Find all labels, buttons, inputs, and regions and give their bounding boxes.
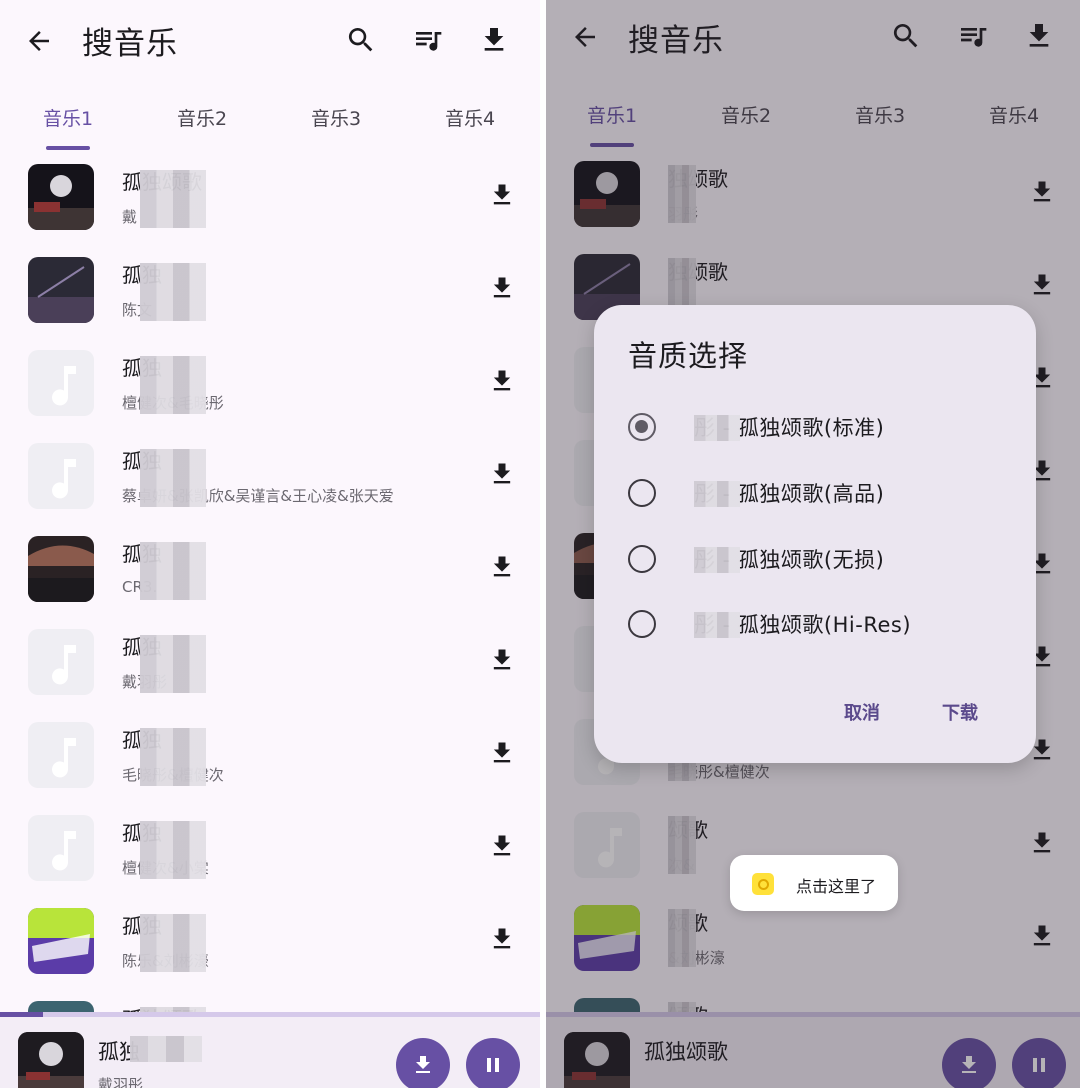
music-note-icon	[28, 443, 94, 509]
mini-player[interactable]: 孤独 戴羽彤	[0, 1012, 540, 1088]
download-icon[interactable]	[488, 366, 516, 396]
blur-mask	[140, 821, 206, 879]
blur-mask	[140, 170, 206, 228]
song-row[interactable]: 孤独戴羽彤	[0, 615, 540, 708]
album-cover	[28, 257, 94, 323]
music-note-icon	[28, 722, 94, 788]
tab-music-1[interactable]: 音乐1	[8, 104, 128, 131]
download-icon[interactable]	[488, 645, 516, 675]
blur-mask	[694, 547, 740, 573]
album-cover	[28, 536, 94, 602]
radio-button[interactable]	[628, 545, 656, 573]
blur-mask	[140, 914, 206, 972]
music-note-icon	[28, 815, 94, 881]
blur-mask	[140, 728, 206, 786]
arrow-back-icon[interactable]	[24, 26, 54, 56]
blur-mask	[694, 415, 740, 441]
quality-option-high[interactable]: 彤 - 孤独颂歌(高品)	[624, 469, 1014, 519]
download-icon[interactable]	[488, 459, 516, 489]
album-cover	[28, 164, 94, 230]
quality-option-hires[interactable]: 彤 - 孤独颂歌(Hi-Res)	[624, 600, 1014, 650]
now-playing-artist: 戴羽彤	[98, 1076, 144, 1088]
song-row[interactable]: 孤独檀健次&小棠	[0, 801, 540, 894]
download-icon[interactable]	[488, 738, 516, 768]
left-screen: 搜音乐 音乐1 音乐2 音乐3 音乐4 孤独颂歌戴孤独陈文孤独檀健次&毛晓彤孤独…	[0, 0, 540, 1088]
dialog-title: 音质选择	[628, 339, 749, 373]
pause-button[interactable]	[466, 1038, 520, 1088]
song-row[interactable]: 孤独陈乐&刘彬濠	[0, 894, 540, 987]
radio-button[interactable]	[628, 479, 656, 507]
blur-mask	[694, 612, 740, 638]
quality-option-standard[interactable]: 彤 - 孤独颂歌(标准)	[624, 403, 1014, 453]
blur-mask	[140, 356, 206, 414]
download-button[interactable]	[396, 1038, 450, 1088]
app-icon	[752, 873, 774, 895]
download-icon[interactable]	[478, 24, 510, 56]
tab-music-3[interactable]: 音乐3	[276, 104, 396, 131]
radio-button[interactable]	[628, 610, 656, 638]
search-icon[interactable]	[345, 24, 377, 56]
screenshot-pair: 搜音乐 音乐1 音乐2 音乐3 音乐4 孤独颂歌戴孤独陈文孤独檀健次&毛晓彤孤独…	[0, 0, 1080, 1088]
tab-music-2[interactable]: 音乐2	[142, 104, 262, 131]
song-row[interactable]: 孤独蔡卓妍&张凯欣&吴谨言&王心凌&张天爱	[0, 429, 540, 522]
blur-mask	[140, 635, 206, 693]
page-title: 搜音乐	[82, 26, 178, 62]
playlist-icon[interactable]	[412, 24, 444, 56]
blur-mask	[694, 481, 740, 507]
quality-option-lossless[interactable]: 彤 - 孤独颂歌(无损)	[624, 535, 1014, 585]
blur-mask	[140, 449, 206, 507]
blur-mask	[140, 263, 206, 321]
right-screen: 搜音乐 音乐1 音乐2 音乐3 音乐4 独颂歌羽彤独颂歌毛晓彤&檀健次颂歌次&颂…	[546, 0, 1080, 1088]
toast-text: 点击这里了	[796, 877, 877, 896]
song-row[interactable]: 孤独陈文	[0, 243, 540, 336]
music-note-icon	[28, 350, 94, 416]
song-row[interactable]: 孤独檀健次&毛晓彤	[0, 336, 540, 429]
download-icon[interactable]	[488, 552, 516, 582]
song-row[interactable]: 孤独CR3.	[0, 522, 540, 615]
cancel-button[interactable]: 取消	[844, 699, 880, 725]
pause-icon	[487, 1058, 499, 1072]
music-note-icon	[28, 629, 94, 695]
tab-bar: 音乐1 音乐2 音乐3 音乐4	[0, 96, 540, 150]
blur-mask	[140, 542, 206, 600]
tab-music-4[interactable]: 音乐4	[410, 104, 530, 131]
download-icon	[416, 1056, 430, 1073]
download-confirm-button[interactable]: 下载	[942, 699, 978, 725]
song-row[interactable]: 孤独毛晓彤&檀健次	[0, 708, 540, 801]
toast: 点击这里了	[730, 855, 898, 911]
song-row[interactable]: 孤独颂歌戴	[0, 150, 540, 243]
download-icon[interactable]	[488, 924, 516, 954]
radio-button-selected[interactable]	[628, 413, 656, 441]
app-bar: 搜音乐	[0, 0, 540, 80]
progress-bar[interactable]	[0, 1012, 540, 1017]
blur-mask	[130, 1036, 202, 1062]
quality-dialog: 音质选择 彤 - 孤独颂歌(标准) 彤 - 孤独颂歌(高品) 彤 - 孤独颂歌(…	[594, 305, 1036, 763]
now-playing-cover	[18, 1032, 84, 1088]
song-artist: 戴	[122, 208, 138, 226]
album-cover	[28, 908, 94, 974]
download-icon[interactable]	[488, 273, 516, 303]
download-icon[interactable]	[488, 180, 516, 210]
progress-fill	[0, 1012, 44, 1017]
download-icon[interactable]	[488, 831, 516, 861]
